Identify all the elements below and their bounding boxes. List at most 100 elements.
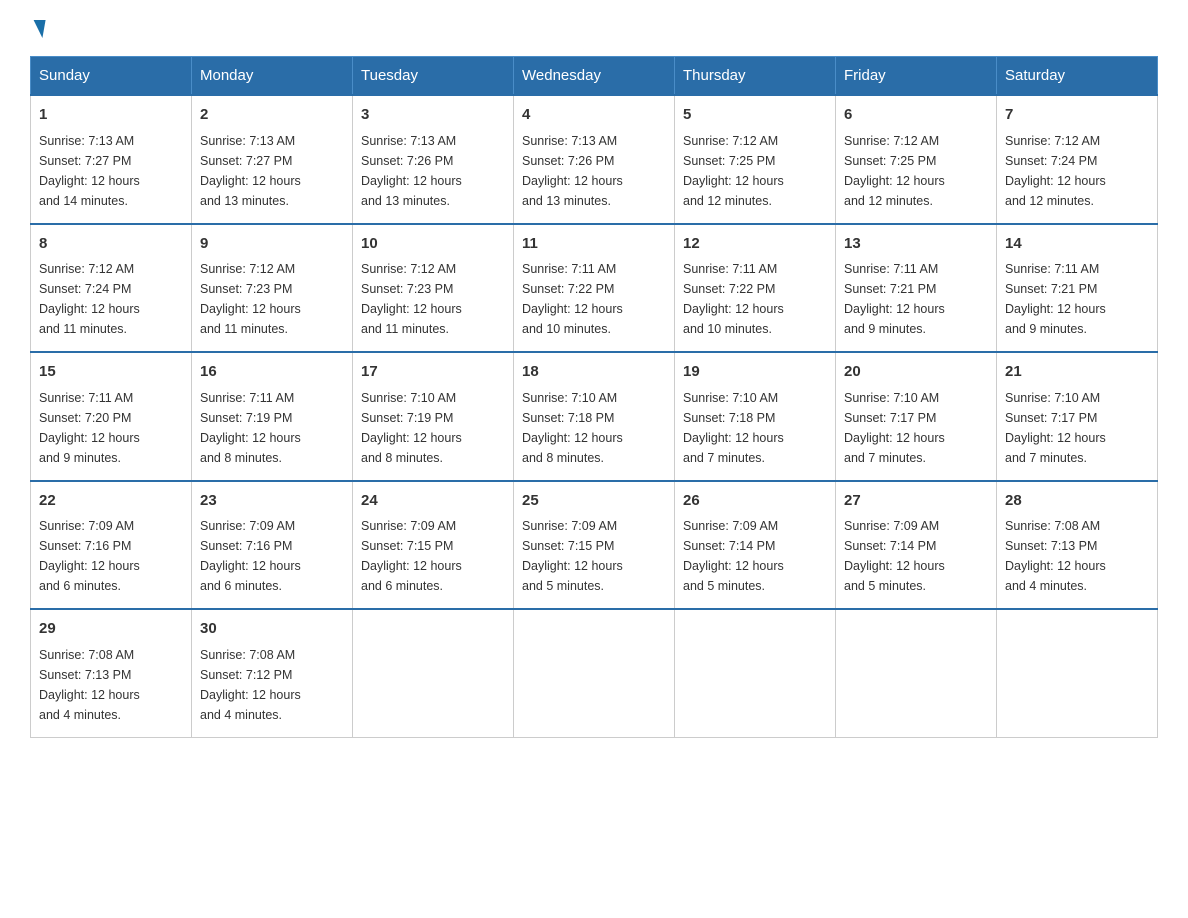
page-header [30,20,1158,36]
day-number: 10 [361,233,505,256]
calendar-day-cell: 8 Sunrise: 7:12 AMSunset: 7:24 PMDaylight… [31,224,192,353]
day-info: Sunrise: 7:10 AMSunset: 7:17 PMDaylight:… [844,388,988,468]
calendar-day-cell: 17 Sunrise: 7:10 AMSunset: 7:19 PMDayligh… [353,352,514,481]
calendar-week-row: 29 Sunrise: 7:08 AMSunset: 7:13 PMDayligh… [31,609,1158,737]
day-info: Sunrise: 7:12 AMSunset: 7:24 PMDaylight:… [1005,131,1149,211]
day-number: 4 [522,104,666,127]
day-of-week-header: Saturday [997,57,1158,96]
day-info: Sunrise: 7:09 AMSunset: 7:14 PMDaylight:… [844,516,988,596]
calendar-day-cell: 14 Sunrise: 7:11 AMSunset: 7:21 PMDayligh… [997,224,1158,353]
day-number: 27 [844,490,988,513]
logo [30,20,44,36]
calendar-day-cell: 22Sunrise: 7:09 AMSunset: 7:16 PMDayligh… [31,481,192,610]
day-info: Sunrise: 7:10 AMSunset: 7:17 PMDaylight:… [1005,388,1149,468]
day-number: 1 [39,104,183,127]
day-number: 16 [200,361,344,384]
calendar-day-cell: 15 Sunrise: 7:11 AMSunset: 7:20 PMDayligh… [31,352,192,481]
day-info: Sunrise: 7:08 AMSunset: 7:12 PMDaylight:… [200,645,344,725]
day-info: Sunrise: 7:09 AMSunset: 7:16 PMDaylight:… [200,516,344,596]
day-of-week-header: Monday [192,57,353,96]
calendar-day-cell: 13Sunrise: 7:11 AMSunset: 7:21 PMDayligh… [836,224,997,353]
calendar-day-cell: 4Sunrise: 7:13 AMSunset: 7:26 PMDaylight… [514,95,675,224]
calendar-day-cell: 6 Sunrise: 7:12 AMSunset: 7:25 PMDaylight… [836,95,997,224]
day-info: Sunrise: 7:11 AMSunset: 7:21 PMDaylight:… [1005,259,1149,339]
day-number: 30 [200,618,344,641]
day-number: 9 [200,233,344,256]
day-number: 2 [200,104,344,127]
day-number: 17 [361,361,505,384]
day-number: 12 [683,233,827,256]
day-number: 18 [522,361,666,384]
calendar-header-row: SundayMondayTuesdayWednesdayThursdayFrid… [31,57,1158,96]
day-info: Sunrise: 7:11 AMSunset: 7:19 PMDaylight:… [200,388,344,468]
calendar-day-cell: 25Sunrise: 7:09 AMSunset: 7:15 PMDayligh… [514,481,675,610]
calendar-day-cell: 20 Sunrise: 7:10 AMSunset: 7:17 PMDayligh… [836,352,997,481]
day-info: Sunrise: 7:13 AMSunset: 7:27 PMDaylight:… [39,131,183,211]
calendar-day-cell [997,609,1158,737]
calendar-day-cell [514,609,675,737]
calendar-day-cell: 16 Sunrise: 7:11 AMSunset: 7:19 PMDayligh… [192,352,353,481]
day-number: 23 [200,490,344,513]
day-info: Sunrise: 7:09 AMSunset: 7:16 PMDaylight:… [39,516,183,596]
day-of-week-header: Tuesday [353,57,514,96]
calendar-day-cell: 2 Sunrise: 7:13 AMSunset: 7:27 PMDaylight… [192,95,353,224]
day-number: 26 [683,490,827,513]
calendar-day-cell: 3Sunrise: 7:13 AMSunset: 7:26 PMDaylight… [353,95,514,224]
calendar-day-cell [353,609,514,737]
day-number: 14 [1005,233,1149,256]
day-info: Sunrise: 7:08 AMSunset: 7:13 PMDaylight:… [39,645,183,725]
day-number: 6 [844,104,988,127]
day-number: 21 [1005,361,1149,384]
calendar-day-cell: 21 Sunrise: 7:10 AMSunset: 7:17 PMDayligh… [997,352,1158,481]
calendar-day-cell [836,609,997,737]
day-info: Sunrise: 7:08 AMSunset: 7:13 PMDaylight:… [1005,516,1149,596]
logo-arrow-icon [30,20,45,38]
calendar-day-cell: 28 Sunrise: 7:08 AMSunset: 7:13 PMDayligh… [997,481,1158,610]
calendar-day-cell: 24 Sunrise: 7:09 AMSunset: 7:15 PMDayligh… [353,481,514,610]
calendar-day-cell: 7Sunrise: 7:12 AMSunset: 7:24 PMDaylight… [997,95,1158,224]
day-info: Sunrise: 7:10 AMSunset: 7:19 PMDaylight:… [361,388,505,468]
day-number: 11 [522,233,666,256]
day-info: Sunrise: 7:11 AMSunset: 7:22 PMDaylight:… [683,259,827,339]
day-info: Sunrise: 7:12 AMSunset: 7:25 PMDaylight:… [683,131,827,211]
calendar-day-cell: 9Sunrise: 7:12 AMSunset: 7:23 PMDaylight… [192,224,353,353]
calendar-day-cell: 26Sunrise: 7:09 AMSunset: 7:14 PMDayligh… [675,481,836,610]
day-info: Sunrise: 7:11 AMSunset: 7:22 PMDaylight:… [522,259,666,339]
calendar-week-row: 1 Sunrise: 7:13 AMSunset: 7:27 PMDaylight… [31,95,1158,224]
day-number: 28 [1005,490,1149,513]
calendar-day-cell: 27 Sunrise: 7:09 AMSunset: 7:14 PMDayligh… [836,481,997,610]
day-info: Sunrise: 7:10 AMSunset: 7:18 PMDaylight:… [683,388,827,468]
day-number: 29 [39,618,183,641]
day-info: Sunrise: 7:09 AMSunset: 7:15 PMDaylight:… [361,516,505,596]
calendar-day-cell: 5 Sunrise: 7:12 AMSunset: 7:25 PMDaylight… [675,95,836,224]
calendar-week-row: 22Sunrise: 7:09 AMSunset: 7:16 PMDayligh… [31,481,1158,610]
day-number: 5 [683,104,827,127]
day-number: 13 [844,233,988,256]
day-number: 19 [683,361,827,384]
calendar-day-cell: 18 Sunrise: 7:10 AMSunset: 7:18 PMDayligh… [514,352,675,481]
day-number: 15 [39,361,183,384]
day-number: 3 [361,104,505,127]
calendar-day-cell: 30 Sunrise: 7:08 AMSunset: 7:12 PMDayligh… [192,609,353,737]
day-info: Sunrise: 7:12 AMSunset: 7:23 PMDaylight:… [361,259,505,339]
day-number: 20 [844,361,988,384]
calendar-week-row: 8 Sunrise: 7:12 AMSunset: 7:24 PMDaylight… [31,224,1158,353]
calendar-day-cell: 29 Sunrise: 7:08 AMSunset: 7:13 PMDayligh… [31,609,192,737]
day-of-week-header: Friday [836,57,997,96]
day-info: Sunrise: 7:10 AMSunset: 7:18 PMDaylight:… [522,388,666,468]
calendar-table: SundayMondayTuesdayWednesdayThursdayFrid… [30,56,1158,738]
day-info: Sunrise: 7:09 AMSunset: 7:15 PMDaylight:… [522,516,666,596]
day-number: 8 [39,233,183,256]
calendar-day-cell: 12 Sunrise: 7:11 AMSunset: 7:22 PMDayligh… [675,224,836,353]
calendar-day-cell [675,609,836,737]
day-info: Sunrise: 7:12 AMSunset: 7:25 PMDaylight:… [844,131,988,211]
day-info: Sunrise: 7:13 AMSunset: 7:27 PMDaylight:… [200,131,344,211]
day-of-week-header: Thursday [675,57,836,96]
day-of-week-header: Wednesday [514,57,675,96]
day-number: 24 [361,490,505,513]
day-info: Sunrise: 7:12 AMSunset: 7:24 PMDaylight:… [39,259,183,339]
day-of-week-header: Sunday [31,57,192,96]
calendar-day-cell: 23 Sunrise: 7:09 AMSunset: 7:16 PMDayligh… [192,481,353,610]
calendar-day-cell: 1 Sunrise: 7:13 AMSunset: 7:27 PMDaylight… [31,95,192,224]
day-info: Sunrise: 7:11 AMSunset: 7:20 PMDaylight:… [39,388,183,468]
